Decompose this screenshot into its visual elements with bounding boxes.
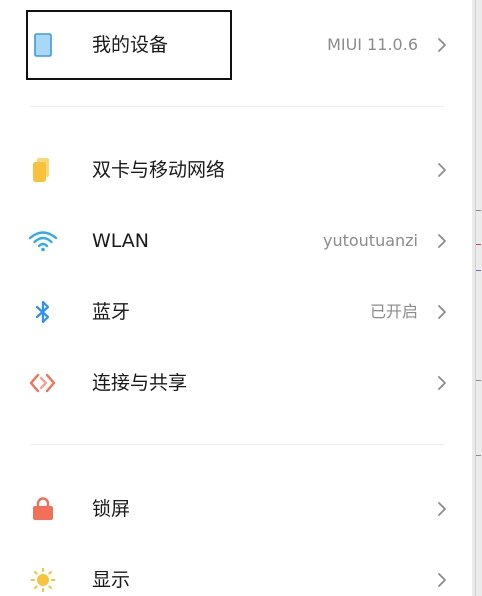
chevron-right-icon bbox=[435, 231, 449, 251]
chevron-right-icon bbox=[435, 302, 449, 322]
lock-icon bbox=[28, 497, 58, 521]
display-row[interactable]: 显示 bbox=[0, 550, 472, 596]
bluetooth-status-value: 已开启 bbox=[369, 302, 418, 321]
bluetooth-icon bbox=[28, 300, 58, 324]
bluetooth-row[interactable]: 蓝牙 已开启 bbox=[0, 282, 472, 342]
edge-mark bbox=[476, 455, 481, 456]
connection-share-icon bbox=[28, 371, 58, 395]
bluetooth-label: 蓝牙 bbox=[92, 301, 131, 323]
lock-screen-row[interactable]: 锁屏 bbox=[0, 479, 472, 539]
sim-network-label: 双卡与移动网络 bbox=[92, 159, 226, 181]
lock-screen-label: 锁屏 bbox=[92, 498, 131, 520]
section-divider bbox=[30, 106, 444, 107]
edge-mark bbox=[476, 270, 481, 271]
miui-version-value: MIUI 11.0.6 bbox=[327, 35, 418, 54]
edge-mark bbox=[476, 380, 481, 381]
sun-icon bbox=[28, 567, 58, 593]
edge-line bbox=[475, 0, 476, 596]
chevron-right-icon bbox=[435, 570, 449, 590]
wifi-icon bbox=[28, 229, 58, 253]
my-device-label: 我的设备 bbox=[92, 34, 169, 56]
chevron-right-icon bbox=[435, 160, 449, 180]
settings-screen: 我的设备 MIUI 11.0.6 双卡与移动网络 WLAN yutoutuanz… bbox=[0, 0, 482, 596]
chevron-right-icon bbox=[435, 499, 449, 519]
edge-mark bbox=[476, 210, 481, 211]
display-label: 显示 bbox=[92, 569, 131, 591]
sim-card-icon bbox=[28, 158, 58, 182]
sim-network-row[interactable]: 双卡与移动网络 bbox=[0, 140, 472, 200]
connection-share-label: 连接与共享 bbox=[92, 372, 188, 394]
chevron-right-icon bbox=[435, 35, 449, 55]
wlan-row[interactable]: WLAN yutoutuanzi bbox=[0, 211, 472, 271]
connection-share-row[interactable]: 连接与共享 bbox=[0, 353, 472, 413]
background-edge-strip bbox=[472, 0, 482, 596]
my-device-row[interactable]: 我的设备 MIUI 11.0.6 bbox=[0, 15, 472, 75]
phone-device-icon bbox=[28, 33, 58, 57]
chevron-right-icon bbox=[435, 373, 449, 393]
edge-mark bbox=[476, 244, 481, 245]
wlan-label: WLAN bbox=[92, 230, 150, 252]
wlan-network-value: yutoutuanzi bbox=[322, 231, 418, 250]
section-divider bbox=[30, 444, 444, 445]
